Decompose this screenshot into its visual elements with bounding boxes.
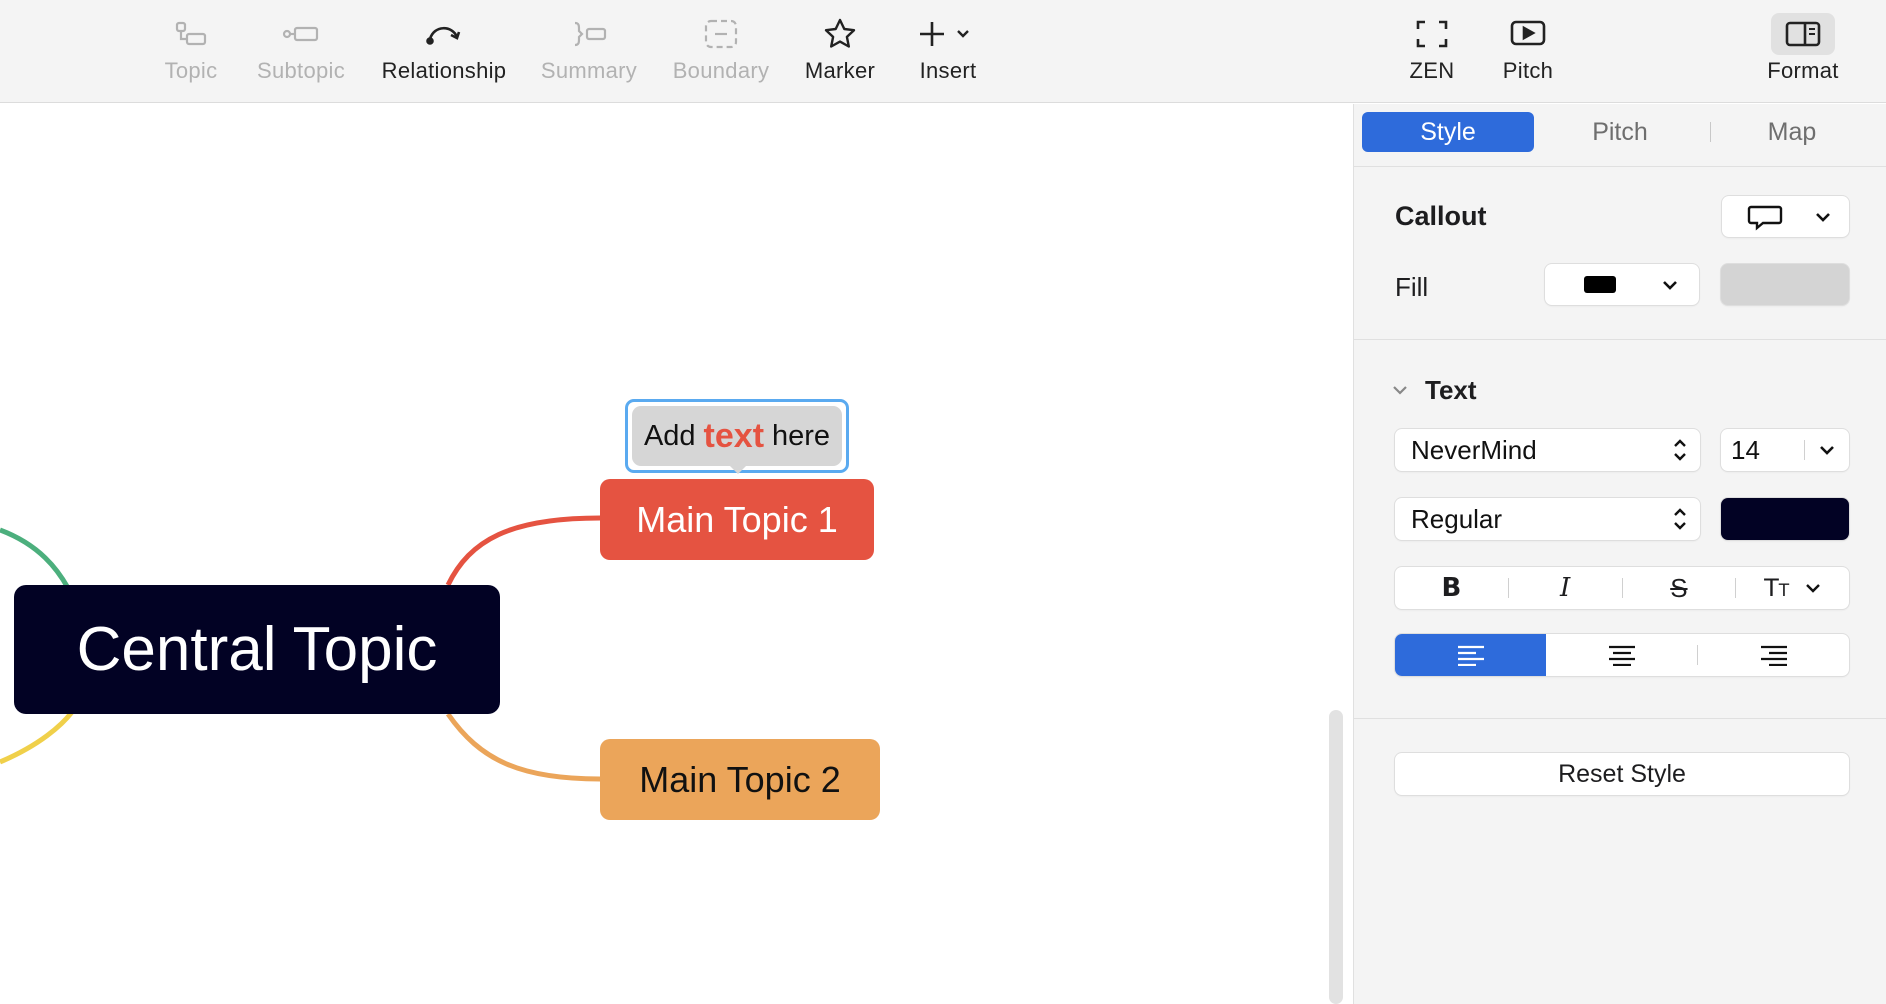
subtopic-icon [281,14,321,54]
chevron-down-icon [1808,211,1838,223]
callout-text-prefix: Add [643,419,696,452]
text-case-icon: TT [1764,574,1790,602]
callout-text-suffix: here [772,419,831,452]
main-topic-2[interactable]: Main Topic 2 [600,739,880,820]
format-label: Format [1767,58,1839,83]
tab-style[interactable]: Style [1362,112,1534,152]
up-down-chevron-icon [1660,436,1700,464]
play-screen-icon [1509,14,1547,54]
boundary-label: Boundary [672,58,770,83]
star-icon [823,14,857,54]
relationship-button[interactable]: Relationship [379,14,509,84]
text-style-toolbar: B I S TT [1395,567,1849,609]
insert-button[interactable]: Insert [883,14,1013,84]
bold-icon: B [1441,573,1462,603]
fill-label: Fill [1395,272,1429,302]
reset-style-button[interactable]: Reset Style [1395,753,1849,795]
strikethrough-button[interactable]: S [1623,567,1736,609]
topic-label: Topic [164,58,218,83]
pitch-button[interactable]: Pitch [1463,14,1593,84]
panel-tabs: Style Pitch Map [1362,112,1878,152]
up-down-chevron-icon [1660,505,1700,533]
canvas-scrollbar[interactable] [1329,710,1343,1004]
align-center-button[interactable] [1546,634,1697,676]
tab-separator [1710,122,1711,142]
italic-button[interactable]: I [1509,567,1622,609]
sidebar-panel-icon [1784,14,1822,54]
boundary-button[interactable]: Boundary [656,14,786,84]
font-size-combobox[interactable]: 14 [1721,429,1849,471]
speech-bubble-icon [1722,203,1808,231]
alignment-toolbar [1395,634,1849,676]
format-button[interactable]: Format [1738,14,1868,84]
italic-icon: I [1559,573,1571,603]
toolbar: Topic Subtopic Relationship Summary Boun… [0,0,1886,103]
callout-text-highlight: text [703,416,765,455]
align-left-button[interactable] [1395,634,1546,676]
summary-label: Summary [540,58,638,83]
text-section-title: Text [1425,375,1477,405]
insert-label: Insert [919,58,977,83]
main-topic-1[interactable]: Main Topic 1 [600,479,874,560]
relationship-label: Relationship [381,58,507,83]
pitch-label: Pitch [1502,58,1554,83]
font-family-value: NeverMind [1411,434,1537,465]
divider [1354,718,1886,719]
summary-icon [569,14,609,54]
topic-icon [173,14,209,54]
format-panel [1354,104,1886,1004]
callout-topic[interactable]: Add text here [632,406,842,466]
callout-tail [730,466,746,474]
font-weight-value: Regular [1411,503,1503,534]
text-color-swatch[interactable] [1721,498,1849,540]
text-case-dropdown[interactable]: TT [1736,567,1849,609]
divider [1354,339,1886,340]
align-left-icon [1457,645,1484,666]
chevron-down-icon[interactable] [1805,444,1849,456]
divider [1354,166,1886,167]
align-right-icon [1760,645,1787,666]
fill-style-button[interactable] [1721,264,1849,305]
subtopic-label: Subtopic [256,58,345,83]
subtopic-button[interactable]: Subtopic [236,14,366,84]
callout-shape-dropdown[interactable] [1722,196,1849,237]
font-family-select[interactable]: NeverMind [1395,429,1700,471]
fullscreen-icon [1415,14,1449,54]
tab-pitch[interactable]: Pitch [1534,112,1706,152]
zen-label: ZEN [1409,58,1455,83]
summary-button[interactable]: Summary [524,14,654,84]
fill-swatch [1545,276,1655,293]
central-topic[interactable]: Central Topic [14,585,500,714]
chevron-down-icon[interactable] [1390,380,1410,400]
font-size-value[interactable]: 14 [1721,435,1804,466]
relationship-icon [424,14,464,54]
plus-icon [916,14,980,54]
fill-color-dropdown[interactable] [1545,264,1699,305]
bold-button[interactable]: B [1395,567,1508,609]
align-center-icon [1608,645,1635,666]
callout-section-title: Callout [1395,201,1487,231]
marker-label: Marker [804,58,876,83]
align-right-button[interactable] [1698,634,1849,676]
chevron-down-icon [1806,584,1821,593]
boundary-icon [703,14,739,54]
font-weight-select[interactable]: Regular [1395,498,1700,540]
chevron-down-icon [1655,279,1685,291]
strikethrough-icon: S [1670,572,1688,603]
tab-map[interactable]: Map [1706,112,1878,152]
